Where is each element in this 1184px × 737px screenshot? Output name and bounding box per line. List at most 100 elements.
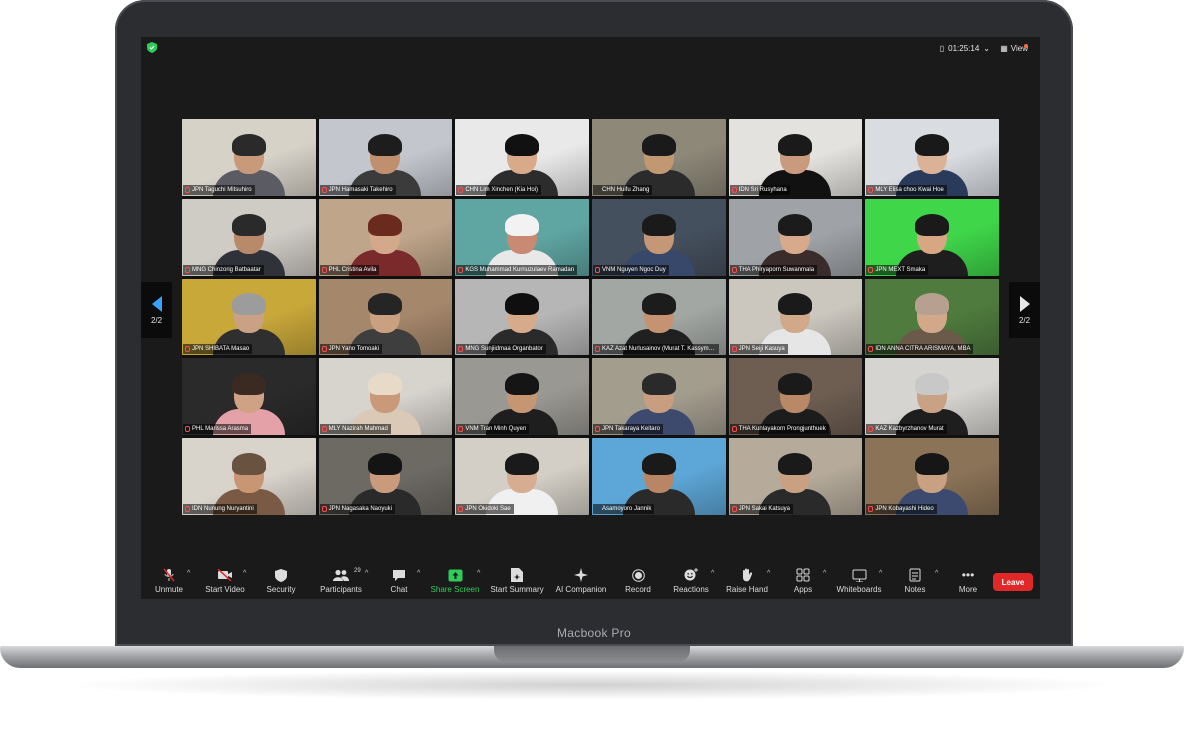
participant-tile[interactable]: JPN Okidoki Sae bbox=[455, 438, 589, 515]
grid-icon: ▦ bbox=[1000, 43, 1008, 53]
ai-companion-label: AI Companion bbox=[555, 585, 607, 594]
participant-tile[interactable]: JPN Seiji Kasuya bbox=[728, 278, 863, 356]
security-button[interactable]: Security bbox=[253, 565, 309, 599]
participant-tile[interactable]: MNG Sunjiidmaa Organbator bbox=[455, 278, 589, 356]
participant-tile[interactable]: MLY Elisa choo Kwai Hoe bbox=[865, 119, 999, 196]
participant-tile[interactable]: CHN Huifu Zhang bbox=[592, 119, 726, 196]
participant-tile[interactable]: VNM Nguyen Ngoc Duy bbox=[592, 198, 726, 276]
more-label: More bbox=[958, 585, 978, 594]
previous-page-button[interactable]: 2/2 bbox=[141, 282, 172, 338]
mic-muted-icon bbox=[731, 506, 737, 512]
mic-muted-icon bbox=[458, 506, 464, 512]
device-brand: Macbook Pro bbox=[557, 626, 631, 640]
participant-tile[interactable]: IDN ANNA CITRA ARISMAYA, MBA bbox=[865, 278, 999, 356]
participant-name: PHL Marissa Arasma bbox=[183, 424, 252, 435]
participant-name: MLY Elisa choo Kwai Hoe bbox=[866, 184, 947, 195]
participant-tile[interactable]: PHL Marissa Arasma bbox=[182, 358, 316, 436]
mic-muted-icon bbox=[321, 346, 327, 353]
participant-tile[interactable]: JPN Hamasaki Takehiro bbox=[318, 119, 453, 196]
chevron-up-icon[interactable]: ^ bbox=[365, 570, 368, 577]
leave-button[interactable]: Leave bbox=[993, 573, 1033, 591]
notes-button[interactable]: Notes ^ bbox=[887, 565, 943, 599]
participant-name: JPN Okidoki Sae bbox=[456, 504, 514, 514]
mic-muted-icon bbox=[458, 266, 464, 273]
page-indicator-left: 2/2 bbox=[150, 315, 163, 325]
participant-name: JPN Taguchi Mitsuhiro bbox=[183, 184, 255, 195]
chevron-up-icon[interactable]: ^ bbox=[417, 570, 420, 577]
participant-name: PHL Cristina Avila bbox=[319, 264, 380, 275]
summary-icon bbox=[509, 568, 525, 582]
participant-tile[interactable]: IDN Sri Rusyhana bbox=[728, 119, 863, 196]
start-video-button[interactable]: Start Video ^ bbox=[197, 565, 253, 599]
participant-name: JPN Sakai Katsuya bbox=[729, 504, 794, 514]
start-video-label: Start Video bbox=[205, 585, 245, 594]
participant-tile[interactable]: KAZ Kazbyrzhanov Murat bbox=[865, 358, 999, 436]
participants-count: 29 bbox=[354, 568, 361, 574]
participant-tile[interactable]: CHN Lim Xinchen (Kia Hoi) bbox=[455, 119, 589, 196]
more-button[interactable]: ••• More bbox=[943, 565, 993, 599]
chevron-up-icon[interactable]: ^ bbox=[879, 570, 882, 577]
participant-tile[interactable]: MLY Nazirah Mahmad bbox=[318, 358, 453, 436]
chevron-up-icon[interactable]: ^ bbox=[477, 570, 480, 577]
chevron-up-icon[interactable]: ^ bbox=[711, 570, 714, 577]
participant-tile[interactable]: IDN Nunung Nuryantini bbox=[182, 438, 316, 515]
laptop-notch bbox=[494, 646, 690, 662]
participant-name: VNM Nguyen Ngoc Duy bbox=[593, 264, 669, 275]
participant-tile[interactable]: KGS Muhammad Kurnuzulaev Ramadan bbox=[455, 198, 589, 276]
participant-tile[interactable]: JPN Kobayashi Hideo bbox=[865, 438, 999, 515]
chevron-up-icon[interactable]: ^ bbox=[243, 570, 246, 577]
whiteboards-label: Whiteboards bbox=[836, 585, 882, 594]
participant-tile[interactable]: JPN Nagasaka Naoyuki bbox=[318, 438, 453, 515]
participant-name: KAZ Azat Nurlusainov (Murat T. Kassymbay… bbox=[593, 344, 719, 355]
whiteboards-button[interactable]: Whiteboards ^ bbox=[831, 565, 887, 599]
participant-tile[interactable]: THA Kunlayakorn Prongjunthuek bbox=[728, 358, 863, 436]
participant-name: CHN Lim Xinchen (Kia Hoi) bbox=[456, 184, 542, 195]
chevron-up-icon[interactable]: ^ bbox=[187, 570, 190, 577]
participant-tile[interactable]: JPN MEXT Smaka bbox=[865, 198, 999, 276]
unmute-button[interactable]: Unmute ^ bbox=[141, 565, 197, 599]
participants-button[interactable]: 29 Participants ^ bbox=[309, 565, 373, 599]
mic-muted-icon bbox=[185, 186, 190, 193]
participant-tile[interactable]: PHL Cristina Avila bbox=[318, 198, 453, 276]
share-screen-button[interactable]: Share Screen ^ bbox=[425, 565, 485, 599]
apps-button[interactable]: Apps ^ bbox=[775, 565, 831, 599]
chat-button[interactable]: Chat ^ bbox=[373, 565, 425, 599]
participant-tile[interactable]: JPN Yano Tomoaki bbox=[318, 278, 453, 356]
chevron-up-icon[interactable]: ^ bbox=[767, 570, 770, 577]
participant-tile[interactable]: VNM Tran Minh Quyen bbox=[455, 358, 589, 436]
participant-tile[interactable]: KAZ Azat Nurlusainov (Murat T. Kassymbay… bbox=[592, 278, 726, 356]
reactions-button[interactable]: Reactions ^ bbox=[663, 565, 719, 599]
reactions-label: Reactions bbox=[673, 585, 709, 594]
chevron-down-icon[interactable]: ⌄ bbox=[983, 44, 990, 53]
start-summary-button[interactable]: Start Summary bbox=[485, 565, 549, 599]
arrow-right-icon bbox=[1019, 295, 1030, 312]
ai-companion-button[interactable]: AI Companion bbox=[549, 565, 613, 599]
raise-hand-label: Raise Hand bbox=[726, 585, 768, 594]
mic-muted-icon bbox=[185, 426, 190, 433]
mic-muted-icon bbox=[731, 426, 737, 433]
participant-tile[interactable]: JPN Sakai Katsuya bbox=[728, 438, 863, 515]
participant-tile[interactable]: Asamoyoro Jannik bbox=[592, 438, 726, 515]
chevron-up-icon[interactable]: ^ bbox=[823, 570, 826, 577]
chevron-up-icon[interactable]: ^ bbox=[935, 570, 938, 577]
participant-name: JPN SHIBATA Masao bbox=[183, 344, 253, 355]
timer-icon: ▯ bbox=[939, 43, 945, 53]
mic-muted-icon bbox=[161, 568, 177, 582]
raise-hand-button[interactable]: Raise Hand ^ bbox=[719, 565, 775, 599]
participant-tile[interactable]: JPN SHIBATA Masao bbox=[182, 278, 316, 356]
participant-tile[interactable]: JPN Takaraya Keitaro bbox=[592, 358, 726, 436]
next-page-button[interactable]: 2/2 bbox=[1009, 282, 1040, 338]
mic-muted-icon bbox=[595, 346, 600, 353]
view-button[interactable]: ▦ View bbox=[996, 41, 1032, 55]
meeting-timer: ▯ 01:25:14 ⌄ bbox=[936, 41, 994, 55]
participant-tile[interactable]: THA Phiryaporn Suwanmala bbox=[728, 198, 863, 276]
participant-tile[interactable]: JPN Taguchi Mitsuhiro bbox=[182, 119, 316, 196]
apps-label: Apps bbox=[793, 585, 813, 594]
encryption-shield-icon[interactable] bbox=[147, 42, 157, 53]
participants-icon bbox=[333, 568, 349, 582]
participant-tile[interactable]: MNG Chinzorig Batbaatar bbox=[182, 198, 316, 276]
record-icon bbox=[630, 568, 646, 582]
mic-muted-icon bbox=[458, 346, 464, 353]
start-summary-label: Start Summary bbox=[490, 585, 544, 594]
record-button[interactable]: Record bbox=[613, 565, 663, 599]
